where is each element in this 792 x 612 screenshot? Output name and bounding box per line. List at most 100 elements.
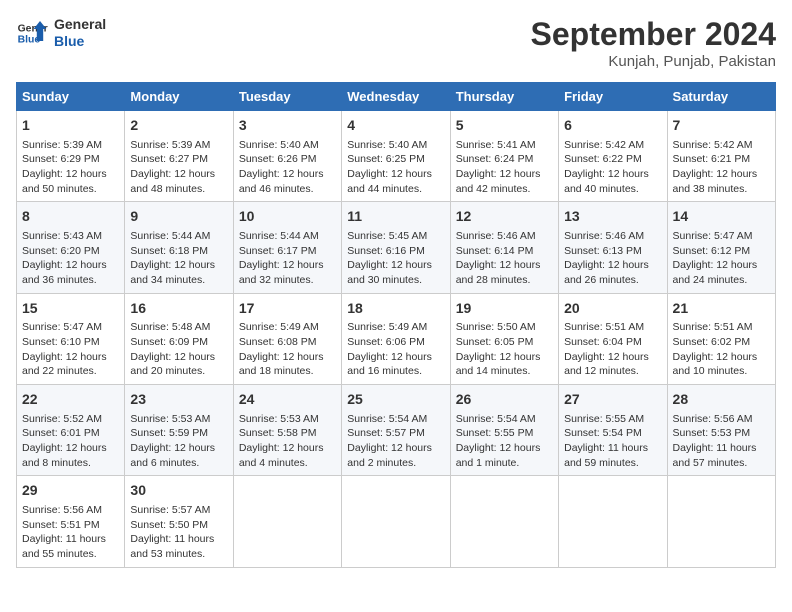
day-cell: 25Sunrise: 5:54 AM Sunset: 5:57 PM Dayli… [342,385,450,476]
week-row-3: 15Sunrise: 5:47 AM Sunset: 6:10 PM Dayli… [17,293,776,384]
day-info: Sunrise: 5:56 AM Sunset: 5:53 PM Dayligh… [673,412,770,471]
week-row-5: 29Sunrise: 5:56 AM Sunset: 5:51 PM Dayli… [17,476,776,567]
day-cell: 3Sunrise: 5:40 AM Sunset: 6:26 PM Daylig… [233,111,341,202]
logo: General Blue General Blue [16,16,106,50]
day-info: Sunrise: 5:42 AM Sunset: 6:22 PM Dayligh… [564,138,661,197]
day-cell: 8Sunrise: 5:43 AM Sunset: 6:20 PM Daylig… [17,202,125,293]
day-number: 12 [456,207,553,227]
day-number: 30 [130,481,227,501]
day-number: 13 [564,207,661,227]
day-number: 6 [564,116,661,136]
day-number: 18 [347,299,444,319]
day-info: Sunrise: 5:43 AM Sunset: 6:20 PM Dayligh… [22,229,119,288]
day-number: 23 [130,390,227,410]
day-number: 5 [456,116,553,136]
logo-line2: Blue [54,33,106,50]
day-cell: 14Sunrise: 5:47 AM Sunset: 6:12 PM Dayli… [667,202,775,293]
day-number: 10 [239,207,336,227]
day-number: 9 [130,207,227,227]
day-number: 16 [130,299,227,319]
day-info: Sunrise: 5:44 AM Sunset: 6:17 PM Dayligh… [239,229,336,288]
day-cell: 18Sunrise: 5:49 AM Sunset: 6:06 PM Dayli… [342,293,450,384]
day-number: 14 [673,207,770,227]
day-number: 8 [22,207,119,227]
day-info: Sunrise: 5:45 AM Sunset: 6:16 PM Dayligh… [347,229,444,288]
day-cell: 12Sunrise: 5:46 AM Sunset: 6:14 PM Dayli… [450,202,558,293]
day-cell: 23Sunrise: 5:53 AM Sunset: 5:59 PM Dayli… [125,385,233,476]
day-info: Sunrise: 5:41 AM Sunset: 6:24 PM Dayligh… [456,138,553,197]
day-number: 4 [347,116,444,136]
month-title: September 2024 [531,16,776,53]
logo-line1: General [54,16,106,33]
day-number: 29 [22,481,119,501]
day-number: 20 [564,299,661,319]
day-number: 2 [130,116,227,136]
day-info: Sunrise: 5:53 AM Sunset: 5:59 PM Dayligh… [130,412,227,471]
day-cell: 4Sunrise: 5:40 AM Sunset: 6:25 PM Daylig… [342,111,450,202]
title-block: September 2024 Kunjah, Punjab, Pakistan [531,16,776,70]
day-info: Sunrise: 5:51 AM Sunset: 6:04 PM Dayligh… [564,320,661,379]
day-info: Sunrise: 5:56 AM Sunset: 5:51 PM Dayligh… [22,503,119,562]
day-cell: 26Sunrise: 5:54 AM Sunset: 5:55 PM Dayli… [450,385,558,476]
day-cell [233,476,341,567]
day-info: Sunrise: 5:39 AM Sunset: 6:29 PM Dayligh… [22,138,119,197]
page-header: General Blue General Blue September 2024… [16,16,776,70]
location-subtitle: Kunjah, Punjab, Pakistan [531,53,776,70]
day-number: 15 [22,299,119,319]
day-cell: 15Sunrise: 5:47 AM Sunset: 6:10 PM Dayli… [17,293,125,384]
day-cell: 24Sunrise: 5:53 AM Sunset: 5:58 PM Dayli… [233,385,341,476]
day-cell: 5Sunrise: 5:41 AM Sunset: 6:24 PM Daylig… [450,111,558,202]
day-number: 11 [347,207,444,227]
day-cell: 30Sunrise: 5:57 AM Sunset: 5:50 PM Dayli… [125,476,233,567]
day-cell: 22Sunrise: 5:52 AM Sunset: 6:01 PM Dayli… [17,385,125,476]
day-number: 28 [673,390,770,410]
day-cell: 9Sunrise: 5:44 AM Sunset: 6:18 PM Daylig… [125,202,233,293]
day-cell [667,476,775,567]
day-info: Sunrise: 5:52 AM Sunset: 6:01 PM Dayligh… [22,412,119,471]
col-header-wednesday: Wednesday [342,83,450,111]
day-cell: 17Sunrise: 5:49 AM Sunset: 6:08 PM Dayli… [233,293,341,384]
day-number: 21 [673,299,770,319]
day-cell: 19Sunrise: 5:50 AM Sunset: 6:05 PM Dayli… [450,293,558,384]
day-cell: 11Sunrise: 5:45 AM Sunset: 6:16 PM Dayli… [342,202,450,293]
day-cell: 21Sunrise: 5:51 AM Sunset: 6:02 PM Dayli… [667,293,775,384]
header-row: SundayMondayTuesdayWednesdayThursdayFrid… [17,83,776,111]
col-header-monday: Monday [125,83,233,111]
day-number: 22 [22,390,119,410]
week-row-4: 22Sunrise: 5:52 AM Sunset: 6:01 PM Dayli… [17,385,776,476]
day-info: Sunrise: 5:49 AM Sunset: 6:08 PM Dayligh… [239,320,336,379]
day-cell: 20Sunrise: 5:51 AM Sunset: 6:04 PM Dayli… [559,293,667,384]
calendar-table: SundayMondayTuesdayWednesdayThursdayFrid… [16,82,776,568]
col-header-friday: Friday [559,83,667,111]
week-row-1: 1Sunrise: 5:39 AM Sunset: 6:29 PM Daylig… [17,111,776,202]
day-info: Sunrise: 5:46 AM Sunset: 6:13 PM Dayligh… [564,229,661,288]
day-cell: 2Sunrise: 5:39 AM Sunset: 6:27 PM Daylig… [125,111,233,202]
day-info: Sunrise: 5:48 AM Sunset: 6:09 PM Dayligh… [130,320,227,379]
day-number: 27 [564,390,661,410]
day-number: 24 [239,390,336,410]
day-info: Sunrise: 5:46 AM Sunset: 6:14 PM Dayligh… [456,229,553,288]
day-cell: 13Sunrise: 5:46 AM Sunset: 6:13 PM Dayli… [559,202,667,293]
day-number: 26 [456,390,553,410]
logo-icon: General Blue [16,17,48,49]
day-number: 25 [347,390,444,410]
day-info: Sunrise: 5:50 AM Sunset: 6:05 PM Dayligh… [456,320,553,379]
day-info: Sunrise: 5:54 AM Sunset: 5:55 PM Dayligh… [456,412,553,471]
day-number: 7 [673,116,770,136]
day-info: Sunrise: 5:51 AM Sunset: 6:02 PM Dayligh… [673,320,770,379]
day-cell: 16Sunrise: 5:48 AM Sunset: 6:09 PM Dayli… [125,293,233,384]
day-info: Sunrise: 5:55 AM Sunset: 5:54 PM Dayligh… [564,412,661,471]
col-header-thursday: Thursday [450,83,558,111]
day-cell: 1Sunrise: 5:39 AM Sunset: 6:29 PM Daylig… [17,111,125,202]
day-cell: 6Sunrise: 5:42 AM Sunset: 6:22 PM Daylig… [559,111,667,202]
day-info: Sunrise: 5:40 AM Sunset: 6:26 PM Dayligh… [239,138,336,197]
col-header-tuesday: Tuesday [233,83,341,111]
week-row-2: 8Sunrise: 5:43 AM Sunset: 6:20 PM Daylig… [17,202,776,293]
day-info: Sunrise: 5:47 AM Sunset: 6:10 PM Dayligh… [22,320,119,379]
day-info: Sunrise: 5:44 AM Sunset: 6:18 PM Dayligh… [130,229,227,288]
day-info: Sunrise: 5:47 AM Sunset: 6:12 PM Dayligh… [673,229,770,288]
day-info: Sunrise: 5:54 AM Sunset: 5:57 PM Dayligh… [347,412,444,471]
day-number: 17 [239,299,336,319]
col-header-sunday: Sunday [17,83,125,111]
day-cell [559,476,667,567]
